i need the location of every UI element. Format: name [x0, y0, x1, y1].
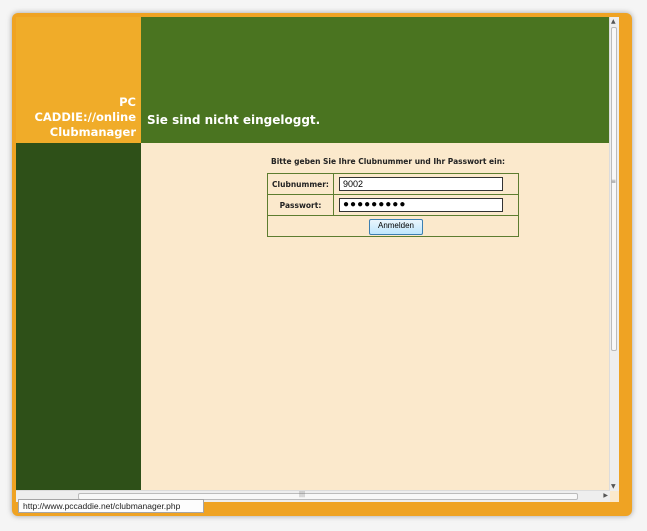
main-content: Bitte geben Sie Ihre Clubnummer und Ihr … [141, 143, 619, 502]
sidebar [16, 143, 141, 502]
brand-header: PC CADDIE://online Clubmanager [16, 17, 141, 143]
scroll-right-arrow-icon[interactable]: ▶ [603, 492, 608, 499]
password-row: Passwort: ●●●●●●●●● [268, 195, 518, 216]
scroll-grip-icon: ≡ [611, 178, 617, 185]
scroll-down-arrow-icon[interactable]: ▼ [611, 483, 616, 490]
vertical-scroll-thumb[interactable] [611, 27, 617, 351]
login-form: Clubnummer: 9002 Passwort: ●●●●●●●●● Anm… [267, 173, 519, 237]
club-number-input[interactable]: 9002 [339, 177, 503, 191]
brand-line-1: PC CADDIE://online [34, 95, 136, 124]
submit-row: Anmelden [268, 216, 518, 236]
page-viewport: PC CADDIE://online Clubmanager Sie sind … [16, 17, 619, 502]
vertical-scrollbar[interactable]: ▲ ≡ ▼ [609, 17, 619, 491]
brand-title: PC CADDIE://online Clubmanager [16, 95, 136, 140]
login-instruction: Bitte geben Sie Ihre Clubnummer und Ihr … [271, 157, 506, 166]
browser-window-frame: PC CADDIE://online Clubmanager Sie sind … [12, 13, 632, 516]
header-banner: Sie sind nicht eingeloggt. [141, 17, 619, 143]
password-input[interactable]: ●●●●●●●●● [339, 198, 503, 212]
club-number-row: Clubnummer: 9002 [268, 174, 518, 195]
status-bar-url: http://www.pccaddie.net/clubmanager.php [18, 499, 204, 513]
club-number-label: Clubnummer: [268, 174, 334, 194]
brand-line-2: Clubmanager [49, 125, 136, 139]
login-button[interactable]: Anmelden [369, 219, 423, 235]
login-status-text: Sie sind nicht eingeloggt. [147, 113, 321, 127]
password-label: Passwort: [268, 195, 334, 215]
scroll-up-arrow-icon[interactable]: ▲ [611, 18, 616, 25]
horizontal-grip-icon: ||| [299, 491, 306, 498]
